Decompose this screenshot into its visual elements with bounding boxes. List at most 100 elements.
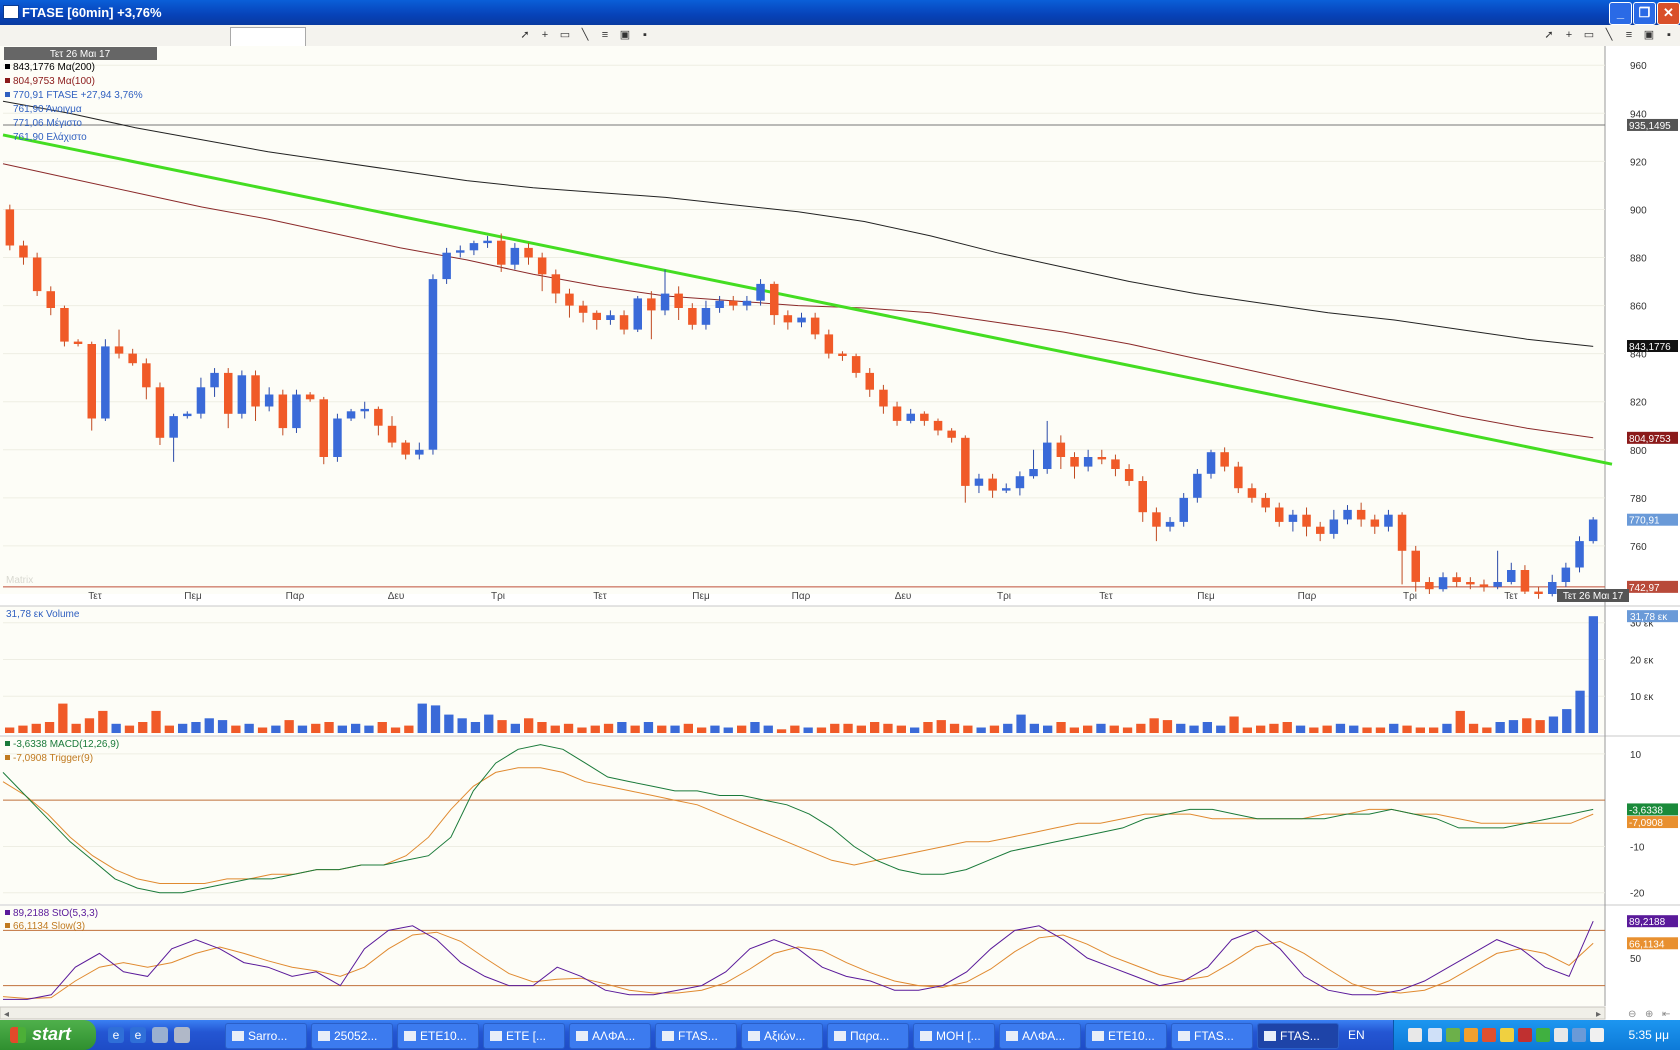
zoom-out-icon[interactable]: ⊖ <box>1628 1009 1636 1020</box>
line-tool-icon[interactable]: ╲ <box>1602 28 1616 42</box>
volume-bar[interactable] <box>191 722 201 733</box>
volume-bar[interactable] <box>364 725 374 733</box>
volume-bar[interactable] <box>803 727 813 734</box>
volume-bar[interactable] <box>1322 725 1332 733</box>
candle[interactable] <box>1438 577 1448 590</box>
candle[interactable] <box>619 315 629 330</box>
candle[interactable] <box>783 315 793 323</box>
volume-bar[interactable] <box>1349 725 1359 733</box>
volume-bar[interactable] <box>1588 616 1598 733</box>
show-desktop-icon[interactable] <box>174 1027 190 1043</box>
volume-bar[interactable] <box>657 725 667 733</box>
volume-bar[interactable] <box>311 723 321 733</box>
candle[interactable] <box>292 394 301 429</box>
volume-bar[interactable] <box>297 725 308 733</box>
volume-bar[interactable] <box>204 718 214 733</box>
candle[interactable] <box>19 245 28 258</box>
rectangle-icon[interactable]: ▭ <box>558 28 572 42</box>
candle[interactable] <box>592 312 602 320</box>
candle[interactable] <box>1083 457 1093 467</box>
volume-bar[interactable] <box>178 723 188 733</box>
candle[interactable] <box>988 478 997 491</box>
candle[interactable] <box>742 300 752 306</box>
candle[interactable] <box>906 413 916 421</box>
clock[interactable]: 5:35 μμ <box>1628 1028 1669 1042</box>
volume-bar[interactable] <box>1162 720 1173 733</box>
volume-bar[interactable] <box>1202 722 1212 733</box>
volume-bar[interactable] <box>1508 720 1519 733</box>
volume-bar[interactable] <box>910 727 920 734</box>
candle[interactable] <box>1520 570 1530 592</box>
volume-bar[interactable] <box>816 727 827 734</box>
scroll-left-icon[interactable]: ◂ <box>4 1009 9 1020</box>
tray-icon[interactable] <box>1554 1028 1568 1042</box>
candle[interactable] <box>1302 514 1311 527</box>
candle[interactable] <box>1411 550 1421 582</box>
tray-icon[interactable] <box>1464 1028 1478 1042</box>
candle[interactable] <box>456 250 465 253</box>
candle[interactable] <box>892 406 902 421</box>
candle[interactable] <box>633 298 643 330</box>
candle[interactable] <box>1466 582 1475 585</box>
candle[interactable] <box>1343 509 1352 520</box>
volume-bar[interactable] <box>896 725 906 733</box>
candle[interactable] <box>1275 507 1284 522</box>
volume-bar[interactable] <box>1522 718 1532 733</box>
volume-bar[interactable] <box>1189 725 1199 733</box>
candle[interactable] <box>224 372 233 414</box>
volume-bar[interactable] <box>470 722 481 733</box>
candle[interactable] <box>1179 497 1189 522</box>
taskbar-button[interactable]: ETE10... <box>1085 1023 1167 1049</box>
volume-bar[interactable] <box>563 723 574 733</box>
volume-bar[interactable] <box>1442 723 1452 733</box>
candle[interactable] <box>497 240 506 265</box>
candle[interactable] <box>865 372 875 390</box>
save-icon[interactable]: ▪ <box>1662 28 1676 42</box>
volume-bar[interactable] <box>683 723 693 733</box>
volume-bar[interactable] <box>1122 727 1133 734</box>
rectangle-icon[interactable]: ▭ <box>1582 28 1596 42</box>
candle[interactable] <box>1288 514 1298 522</box>
candle[interactable] <box>974 478 984 486</box>
candle[interactable] <box>879 389 888 407</box>
volume-bar[interactable] <box>510 723 520 733</box>
candle[interactable] <box>60 308 69 342</box>
candle[interactable] <box>387 425 397 443</box>
volume-bar[interactable] <box>1429 727 1439 734</box>
language-indicator[interactable]: EN <box>1348 1028 1365 1042</box>
candle[interactable] <box>1316 526 1325 534</box>
taskbar-button[interactable]: Αξιών... <box>741 1023 823 1049</box>
tray-icon[interactable] <box>1518 1028 1532 1042</box>
volume-bar[interactable] <box>1083 725 1093 733</box>
candle[interactable] <box>647 298 656 311</box>
candle[interactable] <box>442 252 451 280</box>
candle[interactable] <box>1002 488 1011 491</box>
lines-icon[interactable]: ≡ <box>1622 28 1636 42</box>
volume-bar[interactable] <box>1216 725 1226 733</box>
chart-area[interactable]: 760780800820840860880900920940960935,149… <box>0 46 1680 1020</box>
candle[interactable] <box>510 247 520 265</box>
volume-bar[interactable] <box>390 727 401 734</box>
volume-bar[interactable] <box>949 723 960 733</box>
candle[interactable] <box>810 317 820 335</box>
volume-bar[interactable] <box>1535 720 1545 733</box>
candle[interactable] <box>551 274 561 294</box>
candle[interactable] <box>851 356 861 373</box>
candle[interactable] <box>210 372 219 388</box>
volume-bar[interactable] <box>138 722 148 733</box>
volume-bar[interactable] <box>1335 723 1346 733</box>
volume-bar[interactable] <box>271 725 281 733</box>
start-button[interactable]: start <box>0 1020 96 1050</box>
tray-icon[interactable] <box>1408 1028 1422 1042</box>
candle[interactable] <box>1575 541 1584 568</box>
candle[interactable] <box>1234 466 1243 489</box>
stochastic-panel[interactable] <box>0 906 1605 1006</box>
candle[interactable] <box>251 375 260 407</box>
tray-icon[interactable] <box>1482 1028 1496 1042</box>
volume-bar[interactable] <box>1402 725 1412 733</box>
volume-bar[interactable] <box>963 725 973 733</box>
taskbar-button[interactable]: FTAS... <box>1171 1023 1253 1049</box>
candle[interactable] <box>319 399 329 457</box>
scroll-right-icon[interactable]: ▸ <box>1596 1009 1601 1020</box>
candle[interactable] <box>1043 442 1052 469</box>
